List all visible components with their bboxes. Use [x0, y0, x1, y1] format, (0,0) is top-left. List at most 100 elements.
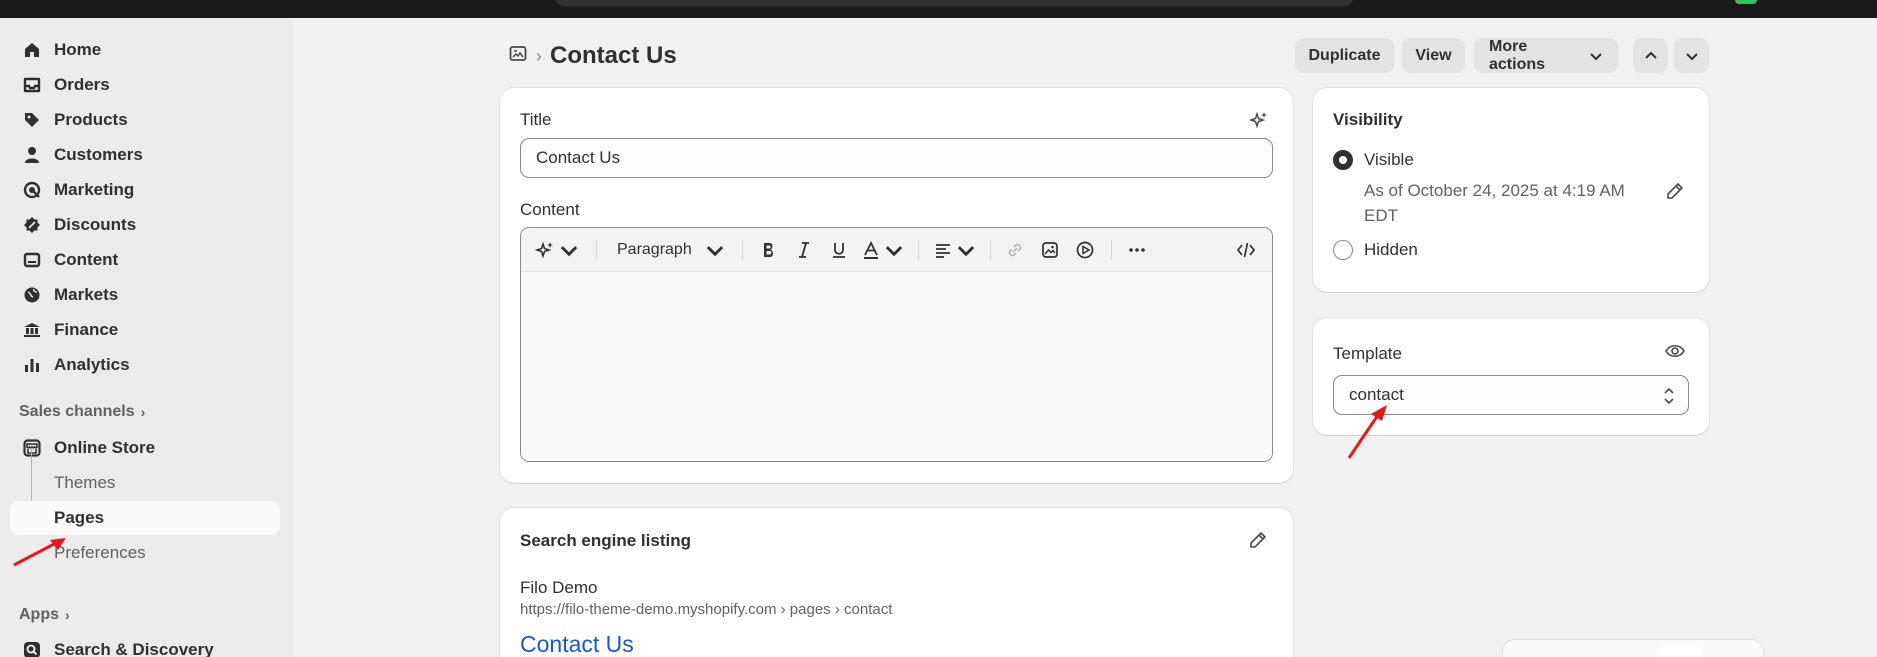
next-page-button[interactable] [1674, 38, 1709, 73]
page-title: Contact Us [550, 42, 677, 69]
insert-video-icon[interactable] [1073, 238, 1097, 262]
sidebar-subitem-themes[interactable]: Themes [10, 466, 280, 500]
sparkle-icon [535, 240, 555, 260]
view-button[interactable]: View [1402, 38, 1465, 73]
insert-image-icon[interactable] [1038, 238, 1062, 262]
template-heading: Template [1333, 344, 1402, 363]
italic-icon[interactable] [792, 238, 816, 262]
inbox-icon [20, 73, 44, 97]
editor-text-area[interactable] [521, 272, 1272, 461]
bank-icon [20, 318, 44, 342]
home-icon [20, 38, 44, 62]
toolbar-divider [1111, 240, 1112, 260]
chevron-right-icon: › [140, 404, 146, 420]
rich-text-editor: Paragraph [520, 227, 1273, 462]
sidebar-item-label: Products [54, 110, 128, 129]
annotation-arrow-pages [13, 538, 66, 567]
text-color-dropdown[interactable] [862, 238, 902, 262]
sidebar-item-products[interactable]: Products [10, 103, 280, 137]
annotation-arrow-template [1347, 405, 1387, 459]
visible-label: Visible [1364, 150, 1414, 169]
ai-generate-dropdown[interactable] [535, 238, 578, 262]
chevron-up-icon [1644, 49, 1658, 63]
sidebar-item-marketing[interactable]: Marketing [10, 173, 280, 207]
ai-sparkle-icon[interactable] [1248, 110, 1269, 135]
sidebar-item-label: Discounts [54, 215, 137, 234]
hidden-radio[interactable] [1333, 240, 1353, 260]
page-header: › Contact Us [508, 38, 677, 74]
visible-date-line1: As of October 24, 2025 at 4:19 AM [1364, 181, 1625, 200]
sidebar-item-label: Finance [54, 320, 119, 339]
chevron-down-icon [1589, 49, 1603, 63]
chevron-down-icon [1685, 49, 1699, 63]
content-label: Content [520, 200, 580, 219]
bottom-floating-panel [1503, 640, 1763, 657]
pages-breadcrumb-icon[interactable] [508, 44, 528, 69]
toolbar-divider [596, 240, 597, 260]
more-actions-label: More actions [1489, 37, 1546, 73]
sidebar-item-label: Markets [54, 285, 119, 304]
seo-page-title[interactable]: Contact Us [520, 631, 634, 657]
align-left-icon [933, 240, 953, 260]
seo-store-name: Filo Demo [520, 578, 598, 597]
toolbar-divider [742, 240, 743, 260]
sales-channels-section[interactable]: Sales channels › [19, 403, 145, 421]
apps-section[interactable]: Apps › [19, 606, 70, 624]
sidebar-item-analytics[interactable]: Analytics [10, 348, 280, 382]
sidebar-item-finance[interactable]: Finance [10, 313, 280, 347]
target-icon [20, 178, 44, 202]
sales-channels-label: Sales channels [19, 403, 135, 420]
sidebar-item-search-discovery[interactable]: Search & Discovery [10, 633, 280, 657]
search-engine-listing-card: Search engine listing Filo Demo https://… [500, 508, 1293, 657]
paragraph-style-label: Paragraph [617, 241, 692, 258]
more-options-icon[interactable] [1125, 238, 1149, 262]
eye-icon[interactable] [1664, 341, 1686, 366]
floating-panel-control[interactable] [1659, 646, 1703, 657]
sidebar-subitem-pages[interactable]: Pages [10, 501, 280, 535]
chevron-down-icon [884, 240, 904, 260]
title-label: Title [520, 110, 552, 129]
search-discovery-icon [20, 638, 44, 657]
chevron-down-icon [705, 240, 725, 260]
bar-chart-icon [20, 353, 44, 377]
visibility-heading: Visibility [1333, 110, 1403, 129]
globe-icon [20, 283, 44, 307]
link-icon[interactable] [1003, 238, 1027, 262]
visible-radio[interactable] [1333, 150, 1353, 170]
sidebar-item-customers[interactable]: Customers [10, 138, 280, 172]
tag-icon [20, 108, 44, 132]
previous-page-button[interactable] [1633, 38, 1668, 73]
global-search-bar[interactable] [555, 0, 1353, 6]
sidebar-item-label: Search & Discovery [54, 640, 214, 657]
duplicate-button[interactable]: Duplicate [1295, 38, 1394, 73]
visibility-card: Visibility Visible As of October 24, 202… [1313, 88, 1709, 292]
hidden-label: Hidden [1364, 240, 1418, 259]
status-indicator [1735, 0, 1757, 4]
store-icon [20, 436, 44, 460]
paragraph-style-dropdown[interactable]: Paragraph [617, 238, 725, 262]
sidebar-item-online-store[interactable]: Online Store [10, 431, 280, 465]
sidebar-item-home[interactable]: Home [10, 33, 280, 67]
sidebar-item-label: Content [54, 250, 119, 269]
sidebar-item-discounts[interactable]: Discounts [10, 208, 280, 242]
image-icon [20, 248, 44, 272]
sidebar-item-label: Analytics [54, 355, 130, 374]
breadcrumb-separator: › [536, 45, 542, 66]
align-dropdown[interactable] [934, 238, 974, 262]
edit-pencil-icon[interactable] [1248, 530, 1268, 555]
underline-icon[interactable] [827, 238, 851, 262]
edit-pencil-icon[interactable] [1665, 181, 1685, 206]
person-icon [20, 143, 44, 167]
apps-label: Apps [19, 606, 59, 623]
sidebar-item-markets[interactable]: Markets [10, 278, 280, 312]
more-actions-button[interactable]: More actions [1474, 38, 1618, 73]
sidebar-item-content[interactable]: Content [10, 243, 280, 277]
sidebar-item-label: Marketing [54, 180, 135, 199]
chevron-right-icon: › [65, 607, 70, 623]
text-color-icon [861, 240, 881, 260]
bold-icon[interactable] [757, 238, 781, 262]
title-input[interactable]: Contact Us [520, 138, 1273, 178]
sidebar-item-orders[interactable]: Orders [10, 68, 280, 102]
code-view-icon[interactable] [1234, 238, 1258, 262]
visible-date-line2: EDT [1364, 206, 1398, 225]
